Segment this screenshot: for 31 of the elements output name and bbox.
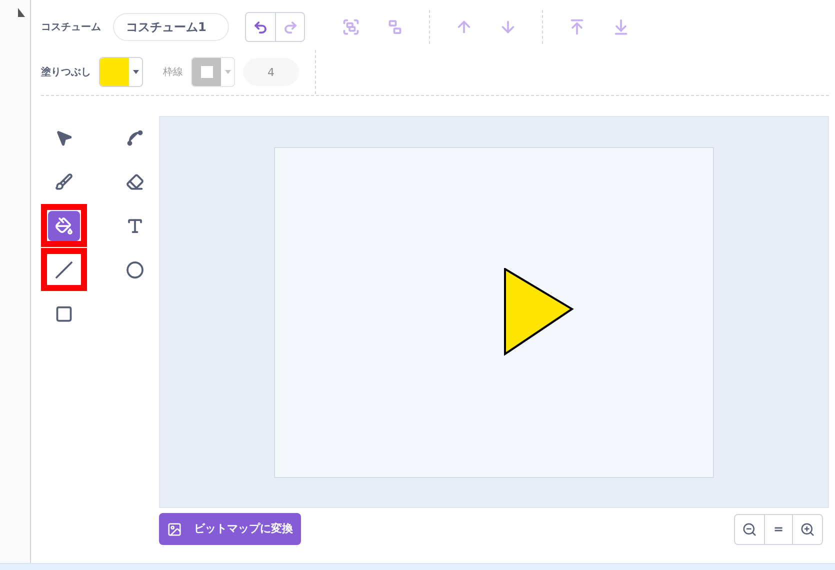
arrow-down-to-line-icon: [612, 18, 630, 36]
image-icon: [167, 522, 182, 536]
circle-icon: [126, 260, 144, 278]
fill-color-button[interactable]: [99, 57, 143, 87]
arrow-down-icon: [499, 18, 517, 36]
ungroup-icon: [386, 18, 404, 36]
brush-icon: [55, 172, 73, 190]
eraser-icon: [126, 172, 144, 190]
caret-icon: [224, 70, 230, 74]
reshape-tool-icon: [126, 128, 144, 146]
paint-bucket-icon: [55, 216, 73, 234]
zoom-in-icon: [800, 522, 815, 536]
costume-label: コスチューム: [41, 20, 101, 34]
zoom-out-icon: [742, 522, 757, 536]
convert-bitmap-button[interactable]: ビットマップに変換: [159, 513, 301, 545]
caret-icon: [132, 70, 138, 74]
group-icon: [342, 18, 360, 36]
line-tool-icon: [55, 260, 73, 278]
text-tool-icon: [126, 216, 144, 234]
square-icon: [55, 304, 73, 322]
undo-icon: [253, 20, 268, 34]
paint-bucket-tool-button[interactable]: [48, 210, 80, 240]
costume-name-field[interactable]: コスチューム1: [113, 13, 229, 41]
fill-label: 塗りつぶし: [41, 66, 91, 80]
triangle-shape[interactable]: [504, 268, 574, 356]
outline-color-button[interactable]: [191, 57, 235, 87]
outline-label: 枠線: [163, 66, 183, 80]
redo-icon: [282, 20, 298, 34]
triangle-icon: [18, 8, 24, 17]
select-tool-icon: [55, 128, 73, 146]
arrow-up-to-line-icon: [568, 18, 586, 36]
